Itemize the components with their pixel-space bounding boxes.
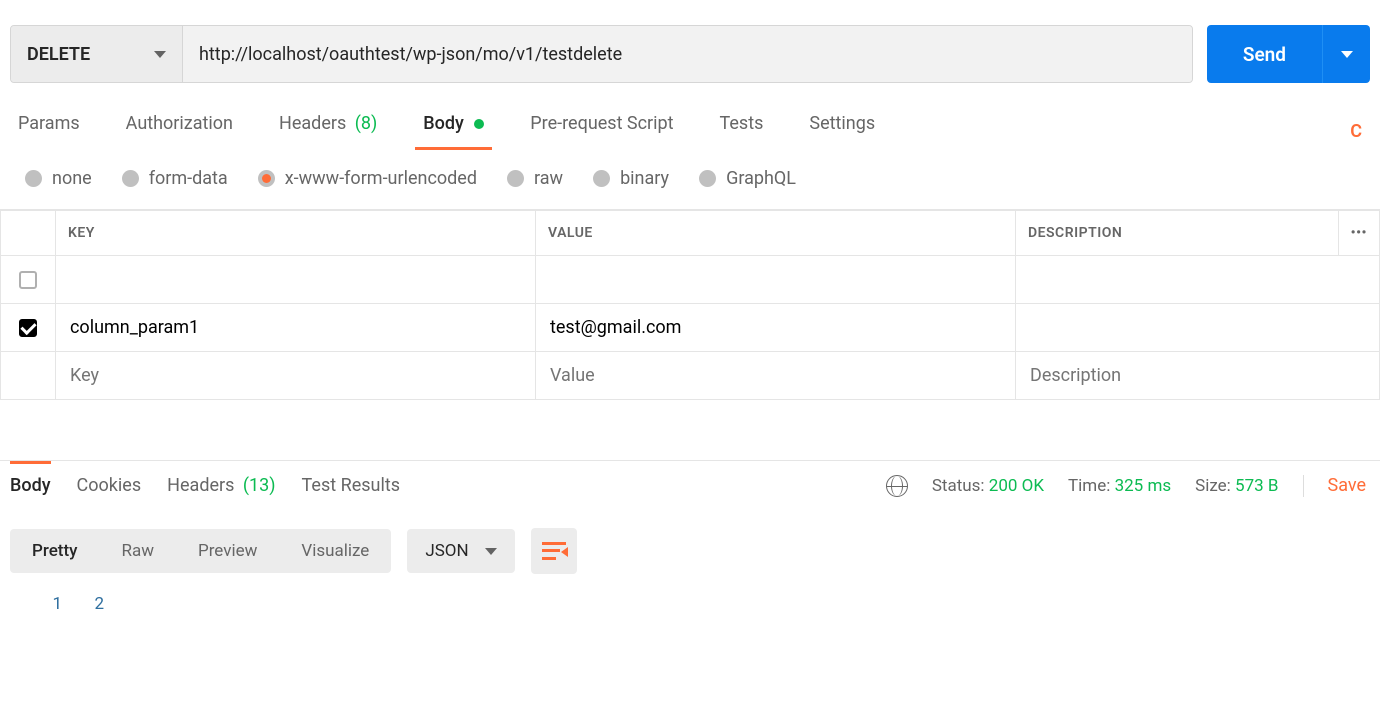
unsaved-dot-icon bbox=[474, 119, 484, 129]
wrap-lines-button[interactable] bbox=[531, 528, 577, 574]
view-preview[interactable]: Preview bbox=[176, 529, 279, 573]
radio-icon bbox=[258, 170, 275, 187]
tab-body[interactable]: Body bbox=[423, 113, 484, 150]
radio-raw[interactable]: raw bbox=[507, 168, 563, 189]
key-input[interactable] bbox=[68, 316, 523, 339]
send-button-group: Send bbox=[1207, 25, 1370, 83]
radio-icon bbox=[122, 170, 139, 187]
response-body-code[interactable]: 1 2 bbox=[0, 584, 1380, 654]
request-url-input[interactable] bbox=[183, 26, 1192, 82]
radio-binary-label: binary bbox=[620, 168, 669, 189]
radio-icon bbox=[699, 170, 716, 187]
line-number: 1 bbox=[50, 594, 62, 614]
col-key-header: KEY bbox=[56, 211, 536, 256]
row-checkbox[interactable] bbox=[19, 271, 37, 289]
table-row bbox=[1, 256, 1380, 304]
resp-tab-headers-label: Headers bbox=[167, 475, 234, 496]
value-input[interactable] bbox=[548, 316, 1003, 339]
desc-input[interactable] bbox=[1028, 268, 1367, 291]
response-bar: Body Cookies Headers (13) Test Results S… bbox=[0, 460, 1380, 510]
http-method-select[interactable]: DELETE bbox=[11, 26, 183, 82]
radio-graphql[interactable]: GraphQL bbox=[699, 168, 796, 189]
format-value: JSON bbox=[425, 541, 468, 561]
response-tabs: Body Cookies Headers (13) Test Results bbox=[10, 461, 400, 510]
desc-input[interactable] bbox=[1028, 364, 1367, 387]
wrap-icon bbox=[542, 542, 566, 560]
radio-formdata-label: form-data bbox=[149, 168, 228, 189]
time-value: 325 ms bbox=[1115, 476, 1172, 496]
body-type-radios: none form-data x-www-form-urlencoded raw… bbox=[0, 150, 1380, 210]
chevron-down-icon bbox=[154, 51, 166, 58]
resp-tab-cookies[interactable]: Cookies bbox=[77, 461, 142, 510]
chevron-down-icon bbox=[485, 548, 497, 555]
time-label: Time: bbox=[1068, 476, 1110, 496]
size-group: Size: 573 B bbox=[1195, 476, 1278, 496]
view-mode-segment: Pretty Raw Preview Visualize bbox=[10, 529, 391, 573]
response-section: Body Cookies Headers (13) Test Results S… bbox=[0, 460, 1380, 654]
response-meta: Status: 200 OK Time: 325 ms Size: 573 B … bbox=[886, 475, 1370, 497]
radio-raw-label: raw bbox=[534, 168, 563, 189]
status-value: 200 OK bbox=[989, 476, 1044, 496]
globe-icon[interactable] bbox=[886, 475, 908, 497]
table-row bbox=[1, 304, 1380, 352]
send-button[interactable]: Send bbox=[1207, 25, 1322, 83]
divider bbox=[1303, 475, 1304, 497]
tab-prerequest[interactable]: Pre-request Script bbox=[530, 113, 673, 150]
radio-none[interactable]: none bbox=[25, 168, 92, 189]
format-select[interactable]: JSON bbox=[407, 529, 514, 573]
line-number: 2 bbox=[92, 594, 104, 614]
tab-authorization[interactable]: Authorization bbox=[126, 113, 233, 150]
key-input[interactable] bbox=[68, 364, 523, 387]
request-tabs: Params Authorization Headers (8) Body Pr… bbox=[0, 83, 1380, 150]
desc-input[interactable] bbox=[1028, 316, 1367, 339]
tab-body-label: Body bbox=[423, 113, 464, 134]
response-body-controls: Pretty Raw Preview Visualize JSON bbox=[0, 510, 1380, 584]
method-url-group: DELETE bbox=[10, 25, 1193, 83]
view-pretty[interactable]: Pretty bbox=[10, 529, 99, 573]
key-input[interactable] bbox=[68, 268, 523, 291]
size-label: Size: bbox=[1195, 476, 1231, 496]
send-menu-button[interactable] bbox=[1322, 25, 1370, 83]
radio-x-www-form-urlencoded[interactable]: x-www-form-urlencoded bbox=[258, 168, 477, 189]
col-more-header[interactable]: ••• bbox=[1338, 211, 1379, 256]
radio-graphql-label: GraphQL bbox=[726, 168, 796, 189]
row-checkbox-empty bbox=[1, 352, 56, 400]
body-kv-table: KEY VALUE DESCRIPTION ••• bbox=[0, 210, 1380, 400]
tab-settings[interactable]: Settings bbox=[809, 113, 875, 150]
http-method-value: DELETE bbox=[27, 44, 90, 65]
radio-icon bbox=[593, 170, 610, 187]
radio-form-data[interactable]: form-data bbox=[122, 168, 228, 189]
time-group: Time: 325 ms bbox=[1068, 476, 1171, 496]
status-group: Status: 200 OK bbox=[932, 476, 1044, 496]
radio-binary[interactable]: binary bbox=[593, 168, 669, 189]
col-check-header bbox=[1, 211, 56, 256]
radio-icon bbox=[507, 170, 524, 187]
radio-urlenc-label: x-www-form-urlencoded bbox=[285, 168, 477, 189]
table-row-new bbox=[1, 352, 1380, 400]
resp-tab-headers[interactable]: Headers (13) bbox=[167, 461, 275, 510]
radio-none-label: none bbox=[52, 168, 92, 189]
value-input[interactable] bbox=[548, 364, 1003, 387]
view-raw[interactable]: Raw bbox=[99, 529, 176, 573]
size-value: 573 B bbox=[1235, 476, 1278, 496]
resp-headers-count: (13) bbox=[243, 475, 276, 496]
status-label: Status: bbox=[932, 476, 985, 496]
value-input[interactable] bbox=[548, 268, 1003, 291]
tab-right-action[interactable]: C bbox=[1350, 121, 1362, 142]
headers-count: (8) bbox=[355, 113, 378, 134]
row-checkbox[interactable] bbox=[19, 319, 37, 337]
tab-tests[interactable]: Tests bbox=[720, 113, 764, 150]
col-value-header: VALUE bbox=[536, 211, 1016, 256]
col-desc-header: DESCRIPTION bbox=[1016, 211, 1339, 256]
tab-params[interactable]: Params bbox=[18, 113, 80, 150]
resp-tab-test-results[interactable]: Test Results bbox=[302, 461, 400, 510]
radio-dot-icon bbox=[262, 174, 271, 183]
resp-tab-body[interactable]: Body bbox=[10, 461, 51, 510]
chevron-down-icon bbox=[1341, 51, 1353, 58]
radio-icon bbox=[25, 170, 42, 187]
save-response-button[interactable]: Save bbox=[1328, 475, 1371, 496]
tab-headers-label: Headers bbox=[279, 113, 346, 134]
tab-headers[interactable]: Headers (8) bbox=[279, 113, 377, 150]
view-visualize[interactable]: Visualize bbox=[279, 529, 391, 573]
